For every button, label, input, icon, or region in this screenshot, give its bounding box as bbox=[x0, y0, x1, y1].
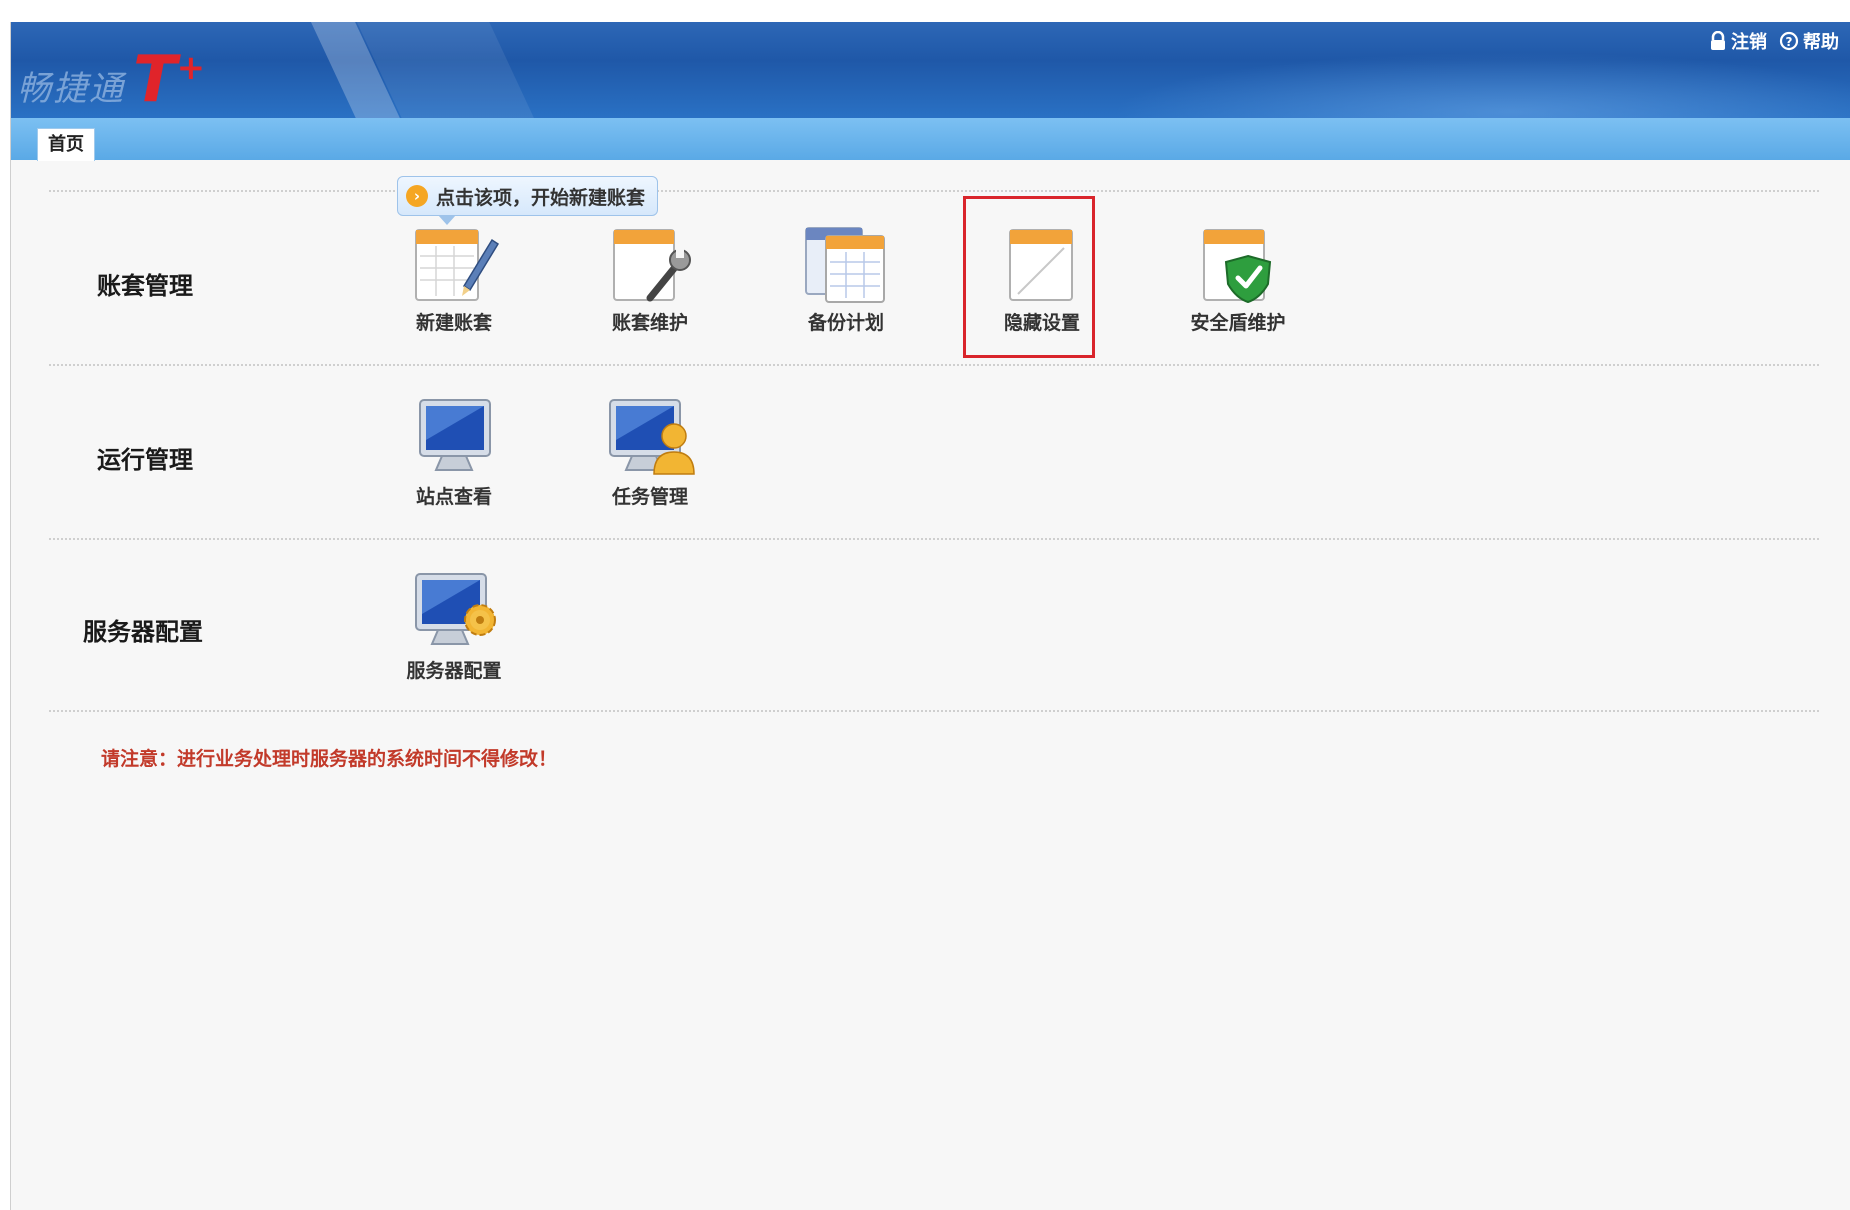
server-config-icon bbox=[415, 573, 496, 645]
hint-tooltip: › 点击该项，开始新建账套 bbox=[397, 176, 659, 225]
section-label-account-management: 账套管理 bbox=[97, 271, 193, 300]
info-dot-icon: › bbox=[406, 185, 428, 207]
notice-text: 请注意：进行业务处理时服务器的系统时间不得修改！ bbox=[101, 748, 558, 770]
server-config-button[interactable]: 服务器配置 bbox=[389, 564, 519, 683]
section-label-server-config: 服务器配置 bbox=[83, 617, 203, 646]
security-shield-button[interactable]: 安全盾维护 bbox=[1173, 216, 1303, 335]
help-link[interactable]: ? 帮助 bbox=[1779, 28, 1839, 54]
lock-icon bbox=[1711, 31, 1725, 50]
help-icon: ? bbox=[1779, 31, 1799, 51]
security-shield-icon bbox=[1203, 229, 1272, 304]
logo-plus: + bbox=[176, 48, 206, 88]
svg-text:?: ? bbox=[1786, 35, 1793, 49]
new-account-label: 新建账套 bbox=[415, 312, 492, 334]
server-config-label: 服务器配置 bbox=[406, 660, 502, 682]
account-maintenance-label: 账套维护 bbox=[611, 312, 688, 334]
help-label: 帮助 bbox=[1803, 32, 1839, 53]
logout-label: 注销 bbox=[1731, 32, 1767, 53]
site-view-icon bbox=[419, 399, 491, 471]
new-account-button[interactable]: 新建账套 bbox=[389, 216, 519, 335]
app-logo: 畅捷通 T + bbox=[17, 43, 206, 117]
highlight-box bbox=[963, 196, 1095, 358]
application-window: 畅捷通 T + 注销 ? 帮助 首页 账套管理 新建账套 账套维护 备份计划 隐… bbox=[10, 22, 1850, 1210]
section-label-runtime-management: 运行管理 bbox=[97, 445, 193, 474]
divider bbox=[49, 538, 1819, 540]
logout-link[interactable]: 注销 bbox=[1709, 28, 1767, 54]
site-view-label: 站点查看 bbox=[415, 486, 492, 508]
divider bbox=[49, 364, 1819, 366]
logo-text: 畅捷通 bbox=[17, 69, 125, 109]
logo-brand: T bbox=[133, 43, 177, 117]
backup-plan-button[interactable]: 备份计划 bbox=[781, 216, 911, 335]
tab-bar: 首页 bbox=[11, 118, 1850, 161]
task-management-button[interactable]: 任务管理 bbox=[585, 390, 715, 509]
task-management-icon bbox=[609, 399, 695, 475]
tab-home[interactable]: 首页 bbox=[37, 128, 95, 161]
main-content: 账套管理 新建账套 账套维护 备份计划 隐藏设置 安全盾维护 运行管理 站点查看… bbox=[11, 160, 1850, 1210]
security-shield-label: 安全盾维护 bbox=[1190, 312, 1286, 334]
account-maintenance-icon bbox=[613, 229, 691, 302]
tooltip-text: 点击该项，开始新建账套 bbox=[436, 186, 646, 209]
new-account-icon bbox=[415, 229, 500, 301]
divider bbox=[49, 190, 1819, 192]
backup-plan-icon bbox=[805, 227, 885, 303]
account-maintenance-button[interactable]: 账套维护 bbox=[585, 216, 715, 335]
header-links: 注销 ? 帮助 bbox=[1709, 28, 1839, 54]
task-management-label: 任务管理 bbox=[611, 486, 688, 508]
backup-plan-label: 备份计划 bbox=[807, 312, 884, 334]
header-banner: 畅捷通 T + 注销 ? 帮助 bbox=[11, 22, 1850, 118]
site-view-button[interactable]: 站点查看 bbox=[389, 390, 519, 509]
divider bbox=[49, 710, 1819, 712]
